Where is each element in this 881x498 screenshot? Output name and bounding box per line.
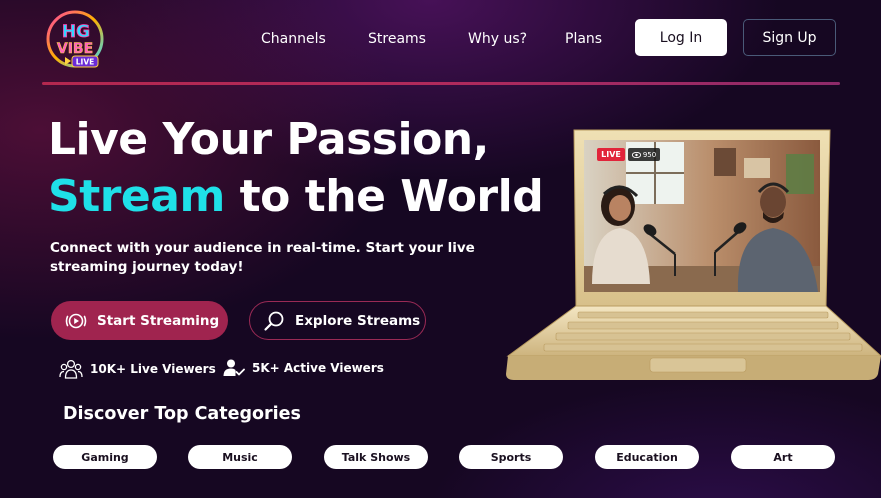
logo-mid-text: VIBE <box>57 41 93 57</box>
start-streaming-label: Start Streaming <box>97 312 220 329</box>
header-divider <box>42 82 840 85</box>
nav-link-channels[interactable]: Channels <box>261 31 326 47</box>
start-streaming-button[interactable]: Start Streaming <box>51 301 228 340</box>
hero-subtitle: Connect with your audience in real-time.… <box>50 240 475 275</box>
logo-top-text: HG <box>62 22 90 42</box>
nav-link-plans[interactable]: Plans <box>565 31 602 47</box>
stat-active-viewers-label: 5K+ Active Viewers <box>252 361 384 375</box>
hero-title-accent: Stream <box>48 171 225 222</box>
category-art[interactable]: Art <box>731 445 835 469</box>
user-check-icon <box>223 359 245 376</box>
logo-tag-text: LIVE <box>76 58 95 67</box>
category-sports[interactable]: Sports <box>459 445 563 469</box>
signup-button[interactable]: Sign Up <box>743 19 836 56</box>
users-group-icon <box>59 359 83 379</box>
login-button[interactable]: Log In <box>635 19 727 56</box>
search-icon <box>264 311 284 331</box>
viewer-count: 950 <box>642 150 657 159</box>
eye-icon <box>631 151 641 158</box>
category-education[interactable]: Education <box>595 445 699 469</box>
hero-title-line2: to the World <box>224 171 544 222</box>
stat-active-viewers: 5K+ Active Viewers <box>223 358 384 378</box>
hg-vibe-logo[interactable]: HG VIBE LIVE <box>44 10 110 72</box>
category-talk-shows[interactable]: Talk Shows <box>324 445 428 469</box>
viewer-count-badge: 950 <box>628 148 660 161</box>
hero-title-line1: Live Your Passion, <box>48 114 489 165</box>
nav-link-why-us[interactable]: Why us? <box>468 31 527 47</box>
explore-streams-label: Explore Streams <box>295 312 421 329</box>
explore-streams-button[interactable]: Explore Streams <box>249 301 426 340</box>
categories-heading: Discover Top Categories <box>63 404 301 424</box>
broadcast-icon <box>65 313 87 328</box>
stat-live-viewers: 10K+ Live Viewers <box>59 358 216 380</box>
top-navigation: HG VIBE LIVE Channels Streams Why us? Pl… <box>0 0 881 80</box>
nav-link-streams[interactable]: Streams <box>368 31 426 47</box>
laptop-stream-preview <box>506 129 881 380</box>
stat-live-viewers-label: 10K+ Live Viewers <box>90 362 216 376</box>
category-gaming[interactable]: Gaming <box>53 445 157 469</box>
category-music[interactable]: Music <box>188 445 292 469</box>
live-badge: LIVE <box>597 148 625 161</box>
